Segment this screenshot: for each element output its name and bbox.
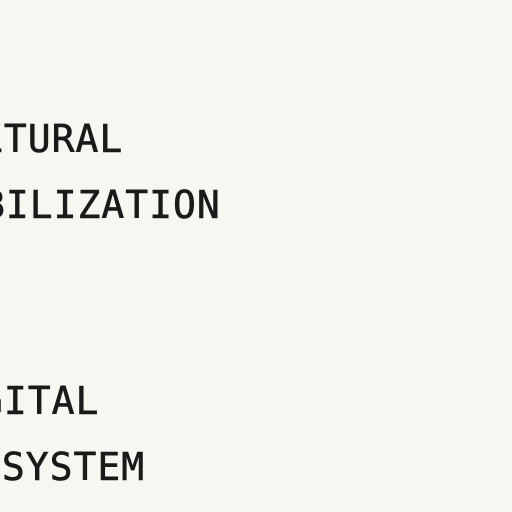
text-line: GITAL — [0, 379, 100, 423]
text-line: OSYSTEM — [0, 445, 146, 489]
text-line: BILIZATION — [0, 183, 221, 227]
content-viewport: LTURAL BILIZATION GITAL OSYSTEM — [0, 0, 512, 512]
text-line: LTURAL — [0, 117, 124, 161]
